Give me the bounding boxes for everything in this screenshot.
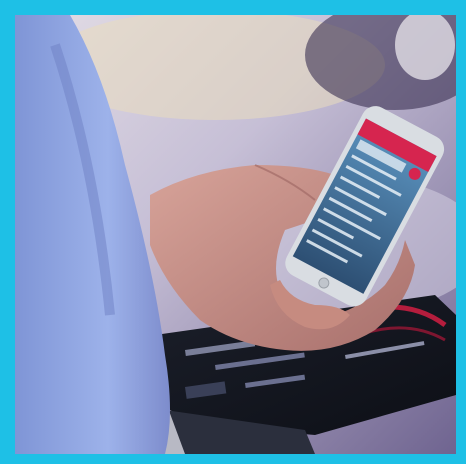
image-border [0, 0, 466, 464]
photo [15, 15, 456, 454]
photo-illustration [15, 15, 456, 454]
